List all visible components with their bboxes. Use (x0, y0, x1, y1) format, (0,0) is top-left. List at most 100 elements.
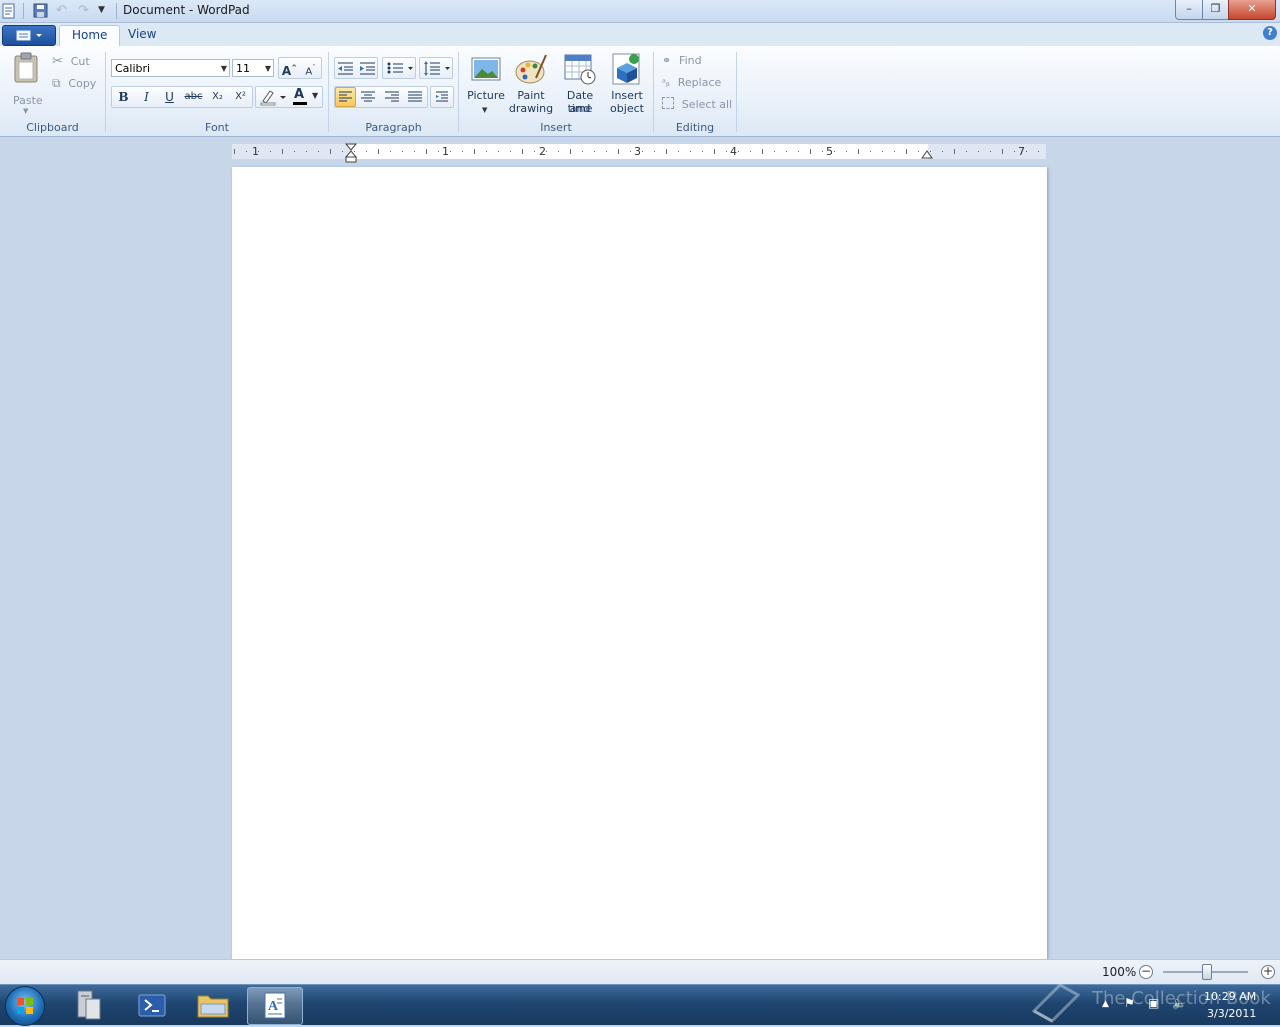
clipboard-icon (14, 52, 38, 83)
ruler-label: 1 (442, 145, 449, 158)
zoom-in-button[interactable]: + (1261, 965, 1275, 979)
start-button[interactable] (5, 986, 45, 1026)
right-indent-marker-icon[interactable] (921, 149, 933, 159)
justify-button[interactable] (405, 87, 426, 107)
indent-marker-icon[interactable] (345, 143, 357, 163)
save-icon[interactable] (33, 3, 49, 19)
folder-icon (197, 995, 229, 1018)
italic-button[interactable]: I (136, 87, 157, 107)
ruler-tick (1002, 149, 1003, 154)
ruler-tick (882, 151, 883, 152)
align-right-button[interactable] (382, 87, 403, 107)
paste-button[interactable]: Paste ▼ (10, 52, 44, 115)
ruler-tick (894, 151, 895, 152)
document-page[interactable] (232, 167, 1047, 959)
ruler[interactable]: 1 1 2 3 4 5 7 (232, 143, 1046, 163)
line-spacing-button[interactable] (421, 58, 453, 78)
paste-dropdown-icon: ▼ (23, 107, 29, 115)
font-size-select[interactable]: 11 ▼ (232, 59, 274, 77)
ruler-tick (390, 151, 391, 152)
chevron-down-icon: ▼ (482, 106, 488, 114)
tab-home[interactable]: Home (59, 25, 121, 46)
shrink-font-button[interactable]: Aˇ (300, 58, 321, 78)
divider (328, 52, 329, 132)
align-left-button[interactable] (335, 87, 356, 107)
select-all-icon (662, 97, 674, 109)
redo-icon[interactable]: ↷ (78, 3, 94, 19)
align-center-button[interactable] (358, 87, 379, 107)
font-family-select[interactable]: Calibri ▼ (111, 59, 230, 77)
ruler-tick (858, 149, 859, 154)
ruler-tick (234, 149, 235, 154)
ruler-tick (1038, 151, 1039, 152)
strikethrough-button[interactable]: abc (183, 87, 204, 107)
zoom-slider-thumb[interactable] (1201, 964, 1212, 980)
binoculars-icon: ⚭ (662, 54, 672, 67)
paragraph-button[interactable] (432, 87, 453, 107)
bold-button[interactable]: B (113, 87, 134, 107)
insert-object-button[interactable]: Insert object (606, 52, 648, 116)
undo-icon[interactable]: ↶ (56, 3, 72, 19)
decrease-indent-button[interactable] (335, 58, 356, 78)
date-time-label-2: time (567, 102, 593, 115)
tab-view[interactable]: View (116, 25, 168, 45)
taskbar-powershell[interactable] (124, 987, 178, 1023)
ruler-tick (426, 149, 427, 154)
highlight-button[interactable] (258, 88, 288, 106)
windows-logo-icon (17, 998, 33, 1014)
ruler-tick (366, 151, 367, 152)
ruler-tick (666, 149, 667, 154)
grow-font-icon: A (281, 64, 292, 78)
zoom-out-button[interactable]: − (1139, 965, 1153, 979)
wordpad-app-icon[interactable] (2, 3, 18, 19)
date-time-button[interactable]: Date and time (555, 52, 605, 116)
calendar-clock-icon (564, 54, 596, 85)
paint-drawing-button[interactable]: Paint drawing (508, 52, 554, 116)
application-menu-button[interactable] (2, 25, 56, 46)
close-button[interactable]: ✕ (1228, 0, 1276, 20)
font-color-swatch (293, 102, 307, 105)
ruler-tick (402, 151, 403, 152)
increase-indent-button[interactable] (357, 58, 378, 78)
insert-object-label-1: Insert (611, 89, 643, 102)
ruler-tick (450, 151, 451, 152)
ruler-tick (414, 151, 415, 152)
subscript-button[interactable]: X₂ (207, 87, 228, 107)
ruler-tick (438, 151, 439, 152)
taskbar-explorer[interactable] (186, 987, 240, 1023)
paint-palette-icon (515, 54, 547, 84)
ruler-tick (246, 151, 247, 152)
align-right-icon (385, 91, 399, 102)
grow-font-button[interactable]: A^ (279, 58, 300, 78)
select-all-button[interactable]: Select all (662, 97, 732, 111)
ruler-tick (462, 151, 463, 152)
chevron-down-icon: ▼ (312, 91, 319, 100)
svg-text:A: A (268, 999, 279, 1014)
restore-button[interactable]: ❐ (1202, 0, 1229, 20)
powershell-icon (138, 994, 166, 1017)
taskbar-server-manager[interactable] (62, 987, 116, 1023)
customize-quick-access-icon[interactable]: ▼ (98, 5, 114, 21)
ruler-tick (510, 151, 511, 152)
select-all-label: Select all (681, 98, 733, 111)
chevron-down-icon: ▼ (220, 64, 227, 73)
bullet-list-button[interactable] (384, 58, 416, 78)
superscript-button[interactable]: X² (230, 87, 251, 107)
font-color-button[interactable]: A ▼ (290, 87, 320, 106)
decrease-indent-icon (338, 62, 353, 75)
ruler-tick (330, 149, 331, 154)
help-icon[interactable]: ? (1263, 26, 1277, 40)
ribbon: Paste ▼ ✂ Cut ⧉ Copy Clipboard Calibri ▼… (0, 46, 1280, 137)
divider (653, 52, 654, 132)
divider (23, 3, 24, 19)
taskbar-wordpad[interactable]: A (247, 987, 303, 1025)
cut-button[interactable]: ✂ Cut (52, 54, 90, 69)
minimize-button[interactable]: – (1175, 0, 1203, 20)
ruler-tick (522, 149, 523, 154)
replace-button[interactable]: ᵃᵦ Replace (662, 75, 721, 89)
find-label: Find (679, 54, 702, 67)
underline-button[interactable]: U (159, 87, 180, 107)
picture-button[interactable]: Picture ▼ (465, 52, 507, 116)
find-button[interactable]: ⚭ Find (662, 53, 702, 67)
copy-button[interactable]: ⧉ Copy (52, 76, 96, 91)
